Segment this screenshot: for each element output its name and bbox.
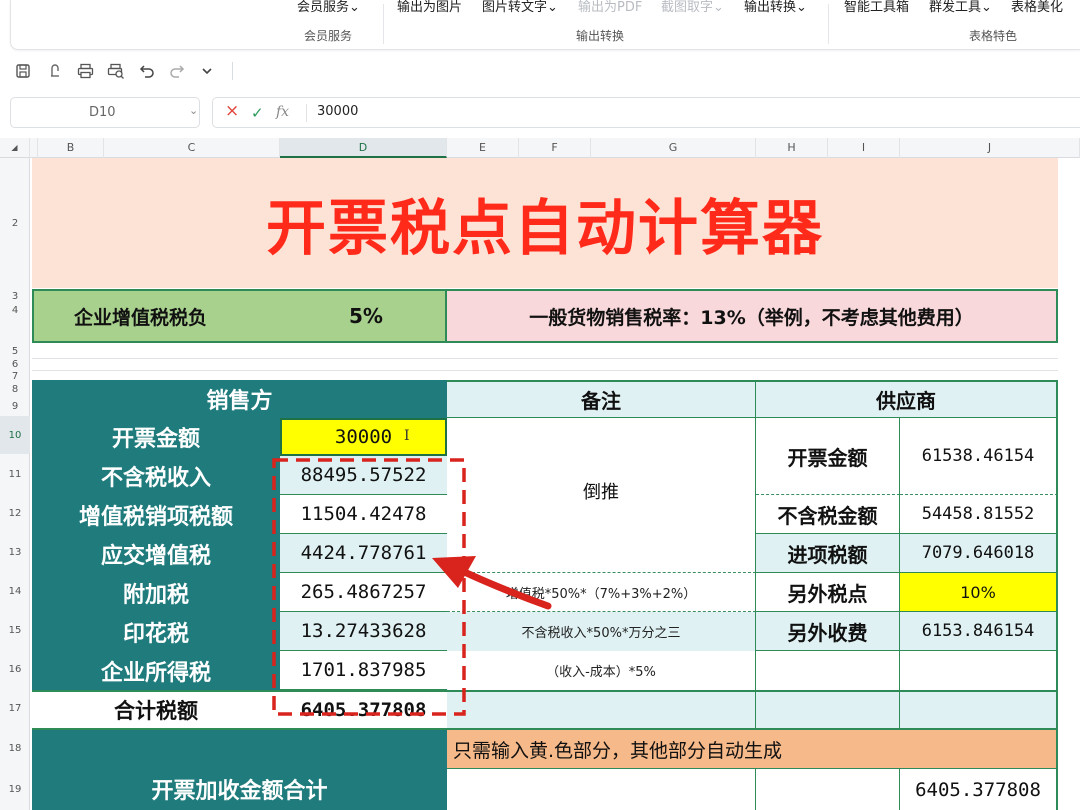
dashed-highlight-box xyxy=(272,458,466,716)
red-annotation xyxy=(272,458,552,716)
